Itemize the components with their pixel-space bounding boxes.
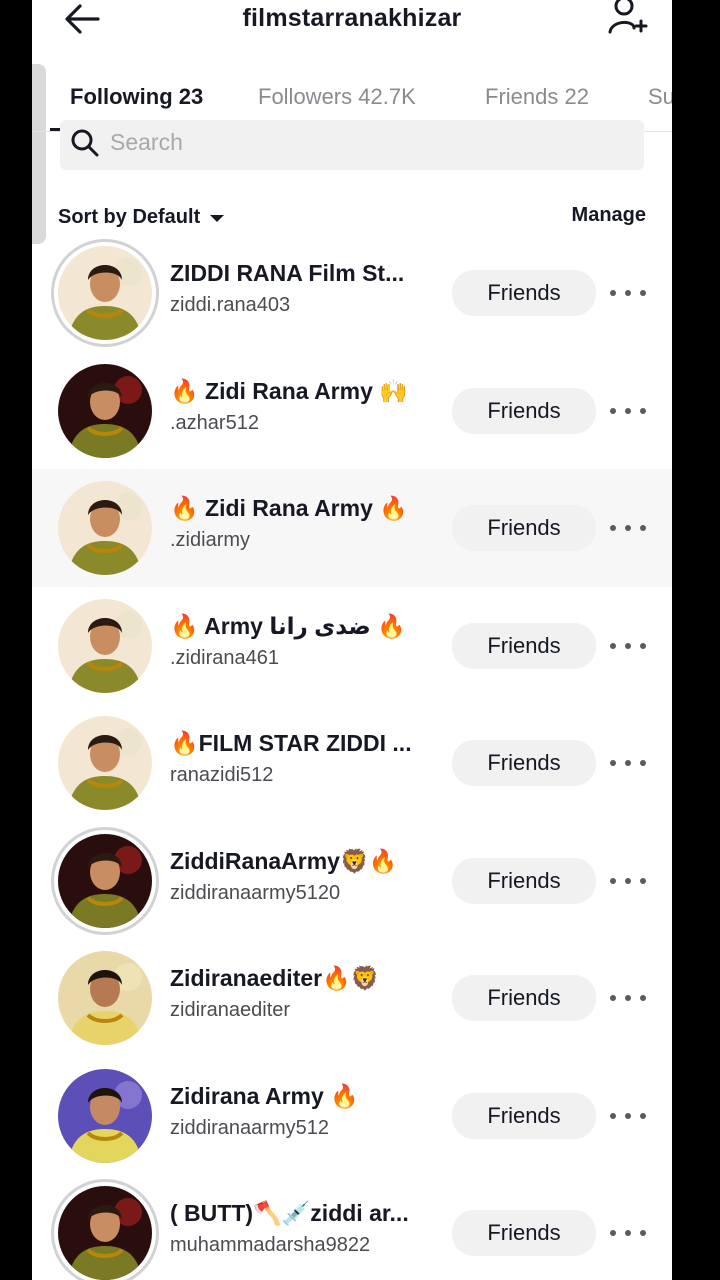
friends-button[interactable]: Friends [452, 740, 596, 786]
more-options-icon[interactable] [610, 1218, 646, 1248]
add-user-icon[interactable] [608, 0, 648, 38]
list-item[interactable]: 🔥 Army ضدی رانا 🔥 .zidirana461 Friends [32, 587, 672, 705]
display-name: 🔥 Zidi Rana Army 🙌 [170, 378, 408, 404]
more-options-icon[interactable] [610, 396, 646, 426]
list-item[interactable]: Zidiranaediter🔥🦁 zidiranaediter Friends [32, 939, 672, 1057]
avatar[interactable] [58, 364, 152, 458]
username: .zidiarmy [170, 529, 251, 551]
username: ziddi.rana403 [170, 294, 291, 316]
username: ziddiranaarmy512 [170, 1117, 329, 1139]
search-icon [70, 128, 100, 158]
more-options-icon[interactable] [610, 278, 646, 308]
avatar[interactable] [58, 834, 152, 928]
tab-following[interactable]: Following 23 [70, 84, 203, 110]
top-bar: filmstarranakhizar [32, 0, 672, 44]
avatar[interactable] [58, 599, 152, 693]
list-item[interactable]: 🔥 Zidi Rana Army 🔥 .zidiarmy Friends [32, 469, 672, 587]
sort-bar: Sort by Default Manage [32, 200, 672, 236]
avatar[interactable] [58, 716, 152, 810]
avatar[interactable] [58, 1069, 152, 1163]
list-item[interactable]: Zidirana Army 🔥 ziddiranaarmy512 Friends [32, 1057, 672, 1175]
avatar[interactable] [58, 951, 152, 1045]
friends-button[interactable]: Friends [452, 270, 596, 316]
sort-label: Sort by Default [58, 206, 201, 228]
friends-button[interactable]: Friends [452, 623, 596, 669]
caret-down-icon [210, 215, 225, 222]
more-options-icon[interactable] [610, 866, 646, 896]
sort-dropdown[interactable]: Sort by Default [58, 206, 225, 229]
avatar[interactable] [58, 481, 152, 575]
more-options-icon[interactable] [610, 513, 646, 543]
tab-suggested[interactable]: Su [648, 84, 672, 110]
username: .azhar512 [170, 412, 259, 434]
tab-friends[interactable]: Friends 22 [485, 84, 589, 110]
list-item[interactable]: ZIDDI RANA Film St... ziddi.rana403 Friend… [32, 234, 672, 352]
display-name: ZIDDI RANA Film St... [170, 260, 405, 286]
display-name: Zidiranaediter🔥🦁 [170, 965, 380, 991]
list-item[interactable]: ( BUTT)🪓💉ziddi ar... muhammadarsha9822 Fri… [32, 1174, 672, 1280]
username: ziddiranaarmy5120 [170, 882, 341, 904]
search-placeholder: Search [110, 129, 183, 155]
tab-followers[interactable]: Followers 42.7K [258, 84, 416, 110]
list-item[interactable]: 🔥FILM STAR ZIDDI ... ranazidi512 Friends [32, 704, 672, 822]
list-item[interactable]: 🔥 Zidi Rana Army 🙌 .azhar512 Friends [32, 352, 672, 470]
display-name: 🔥 Army ضدی رانا 🔥 [170, 613, 406, 639]
display-name: ZiddiRanaArmy🦁🔥 [170, 848, 398, 874]
list-item[interactable]: ZiddiRanaArmy🦁🔥 ziddiranaarmy5120 Friends [32, 822, 672, 940]
display-name: 🔥 Zidi Rana Army 🔥 [170, 495, 408, 521]
username: zidiranaediter [170, 999, 291, 1021]
friends-button[interactable]: Friends [452, 975, 596, 1021]
search-input[interactable]: Search [60, 120, 644, 170]
friends-button[interactable]: Friends [452, 858, 596, 904]
more-options-icon[interactable] [610, 983, 646, 1013]
phone-screen: filmstarranakhizar Following 23 Follower… [32, 0, 672, 1280]
friends-button[interactable]: Friends [452, 505, 596, 551]
friends-button[interactable]: Friends [452, 1210, 596, 1256]
username: ranazidi512 [170, 764, 274, 786]
username: muhammadarsha9822 [170, 1234, 371, 1256]
display-name: 🔥FILM STAR ZIDDI ... [170, 730, 412, 756]
username: .zidirana461 [170, 647, 279, 669]
more-options-icon[interactable] [610, 748, 646, 778]
display-name: Zidirana Army 🔥 [170, 1083, 359, 1109]
more-options-icon[interactable] [610, 631, 646, 661]
avatar[interactable] [58, 1186, 152, 1280]
page-title: filmstarranakhizar [242, 4, 462, 32]
friends-button[interactable]: Friends [452, 1093, 596, 1139]
display-name: ( BUTT)🪓💉ziddi ar... [170, 1200, 409, 1226]
friends-button[interactable]: Friends [452, 388, 596, 434]
avatar[interactable] [58, 246, 152, 340]
more-options-icon[interactable] [610, 1101, 646, 1131]
manage-button[interactable]: Manage [572, 204, 646, 227]
